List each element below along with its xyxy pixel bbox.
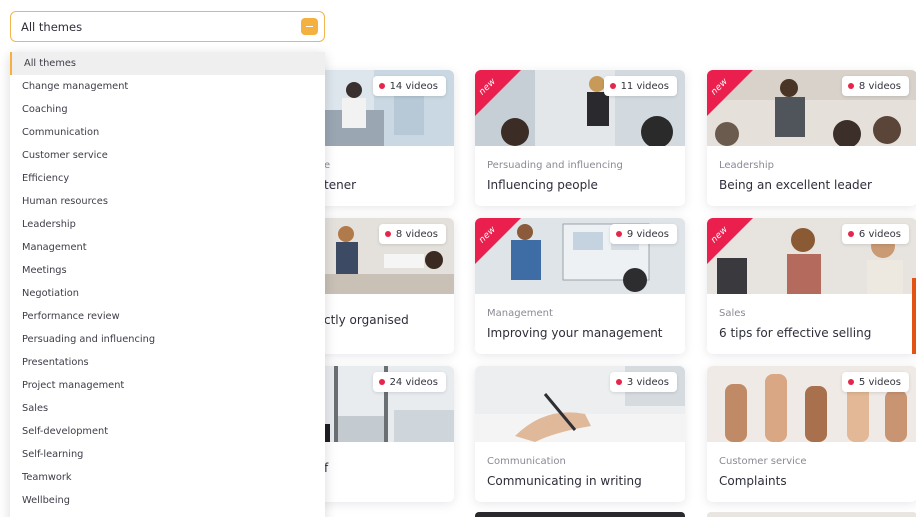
menu-item-management[interactable]: Management [10,236,325,259]
menu-item-communication[interactable]: Communication [10,121,325,144]
menu-item-performance-review[interactable]: Performance review [10,305,325,328]
course-title: Complaints [719,474,787,488]
video-count-badge: 9 videos [609,224,677,244]
course-theme: Management [487,308,553,319]
scrollbar-thumb[interactable] [912,278,916,354]
dot-icon [615,379,622,385]
course-theme: Persuading and influencing [487,160,623,171]
video-count: 11 videos [620,80,669,92]
video-count: 6 videos [858,228,901,240]
dot-icon [847,231,854,237]
theme-select[interactable]: All themes [10,11,325,42]
menu-item-self-development[interactable]: Self-development [10,420,325,443]
menu-item-presentations[interactable]: Presentations [10,351,325,374]
video-count: 5 videos [858,376,901,388]
menu-item-human-resources[interactable]: Human resources [10,190,325,213]
dot-icon [384,231,391,237]
menu-item-all-themes[interactable]: All themes [10,52,325,75]
dot-icon [378,379,385,385]
video-count: 24 videos [389,376,438,388]
course-title: Improving your management [487,326,663,340]
dot-icon [378,83,385,89]
video-count: 8 videos [858,80,901,92]
menu-item-teamwork[interactable]: Teamwork [10,466,325,489]
menu-item-self-learning[interactable]: Self-learning [10,443,325,466]
course-title: Influencing people [487,178,598,192]
video-count: 8 videos [395,228,438,240]
dot-icon [847,379,854,385]
course-card-partial [707,512,916,517]
menu-item-meetings[interactable]: Meetings [10,259,325,282]
menu-item-change-management[interactable]: Change management [10,75,325,98]
video-count-badge: 8 videos [841,76,909,96]
course-card[interactable]: new 6 videos Sales 6 tips for effective … [707,218,916,354]
theme-dropdown-menu: All themes Change management Coaching Co… [10,52,325,517]
video-count-badge: 8 videos [378,224,446,244]
course-card[interactable]: 5 videos Customer service Complaints [707,366,916,502]
menu-item-coaching[interactable]: Coaching [10,98,325,121]
course-card-partial [475,512,685,517]
video-count-badge: 11 videos [603,76,677,96]
menu-item-negotiation[interactable]: Negotiation [10,282,325,305]
video-count: 9 videos [626,228,669,240]
video-count-badge: 24 videos [372,372,446,392]
menu-item-wellbeing[interactable]: Wellbeing [10,489,325,512]
video-count: 14 videos [389,80,438,92]
collapse-icon[interactable] [301,18,318,35]
dot-icon [609,83,616,89]
course-theme: Customer service [719,456,807,467]
video-count-badge: 14 videos [372,76,446,96]
course-card[interactable]: 3 videos Communication Communicating in … [475,366,685,502]
video-count: 3 videos [626,376,669,388]
course-card[interactable]: new 9 videos Management Improving your m… [475,218,685,354]
video-count-badge: 5 videos [841,372,909,392]
menu-item-persuading-and-influencing[interactable]: Persuading and influencing [10,328,325,351]
course-title: 6 tips for effective selling [719,326,872,340]
course-theme: Sales [719,308,746,319]
menu-item-customer-service[interactable]: Customer service [10,144,325,167]
course-title: Communicating in writing [487,474,642,488]
course-theme: Communication [487,456,566,467]
course-card[interactable]: new 8 videos Leadership Being an excelle… [707,70,916,206]
course-theme: Leadership [719,160,774,171]
dot-icon [615,231,622,237]
menu-item-project-management[interactable]: Project management [10,374,325,397]
menu-item-efficiency[interactable]: Efficiency [10,167,325,190]
dot-icon [847,83,854,89]
course-title: Being an excellent leader [719,178,872,192]
menu-item-sales[interactable]: Sales [10,397,325,420]
course-card[interactable]: new 11 videos Persuading and influencing… [475,70,685,206]
theme-select-value: All themes [21,19,83,34]
video-count-badge: 6 videos [841,224,909,244]
video-count-badge: 3 videos [609,372,677,392]
menu-item-leadership[interactable]: Leadership [10,213,325,236]
